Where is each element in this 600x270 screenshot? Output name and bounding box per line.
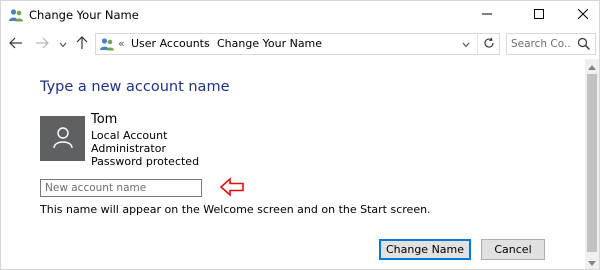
arrow-up-icon [76, 35, 88, 53]
arrow-left-icon [9, 37, 23, 52]
chevron-down-icon [462, 38, 470, 51]
chevron-down-icon [59, 38, 67, 51]
window-title: Change Your Name [29, 8, 139, 22]
main-content: Type a new account name Tom Local Accoun… [1, 59, 585, 269]
page-heading: Type a new account name [40, 79, 230, 95]
search-box[interactable] [506, 33, 596, 55]
breadcrumb-change-your-name[interactable]: Change Your Name [217, 37, 322, 50]
close-icon [577, 8, 589, 22]
maximize-button[interactable] [517, 1, 561, 29]
vertical-scrollbar[interactable] [585, 59, 599, 269]
minimize-button[interactable] [465, 1, 509, 29]
triangle-down-icon [588, 256, 596, 269]
change-name-window: Change Your Name « User Accounts › Chang… [0, 0, 600, 270]
scroll-down-button[interactable] [585, 255, 599, 269]
maximize-icon [534, 8, 544, 22]
search-icon[interactable] [577, 37, 591, 51]
user-accounts-icon [8, 7, 24, 23]
minimize-icon [482, 9, 492, 22]
scroll-up-button[interactable] [585, 59, 599, 73]
arrow-right-icon [35, 37, 49, 52]
up-button[interactable] [73, 34, 91, 54]
breadcrumb-user-accounts[interactable]: User Accounts [131, 37, 210, 50]
triangle-up-icon [588, 60, 596, 73]
breadcrumb-overflow[interactable]: « [118, 37, 125, 50]
forward-button[interactable] [33, 34, 51, 54]
breadcrumb-separator[interactable]: › [204, 37, 208, 50]
change-name-button[interactable]: Change Name [379, 239, 471, 260]
account-type: Local Account [91, 129, 168, 142]
recent-locations-button[interactable] [57, 34, 69, 54]
user-name: Tom [91, 112, 118, 127]
scroll-thumb[interactable] [587, 74, 597, 252]
account-role: Administrator [91, 142, 166, 155]
navigation-bar: « User Accounts › Change Your Name [1, 31, 599, 57]
red-arrow-left-icon [219, 177, 245, 197]
refresh-icon [483, 37, 495, 52]
new-account-name-input[interactable] [40, 179, 202, 197]
name-hint-text: This name will appear on the Welcome scr… [40, 203, 431, 216]
avatar [40, 116, 85, 161]
back-button[interactable] [7, 34, 25, 54]
address-dropdown-button[interactable] [457, 34, 475, 54]
address-bar[interactable]: « User Accounts › Change Your Name [95, 33, 500, 55]
user-accounts-icon [99, 36, 115, 52]
close-button[interactable] [561, 1, 600, 29]
cancel-button[interactable]: Cancel [481, 239, 545, 260]
search-input[interactable] [511, 36, 571, 52]
refresh-button[interactable] [477, 34, 499, 54]
user-silhouette-icon [51, 125, 75, 152]
title-bar: Change Your Name [1, 1, 599, 29]
password-status: Password protected [91, 155, 200, 168]
